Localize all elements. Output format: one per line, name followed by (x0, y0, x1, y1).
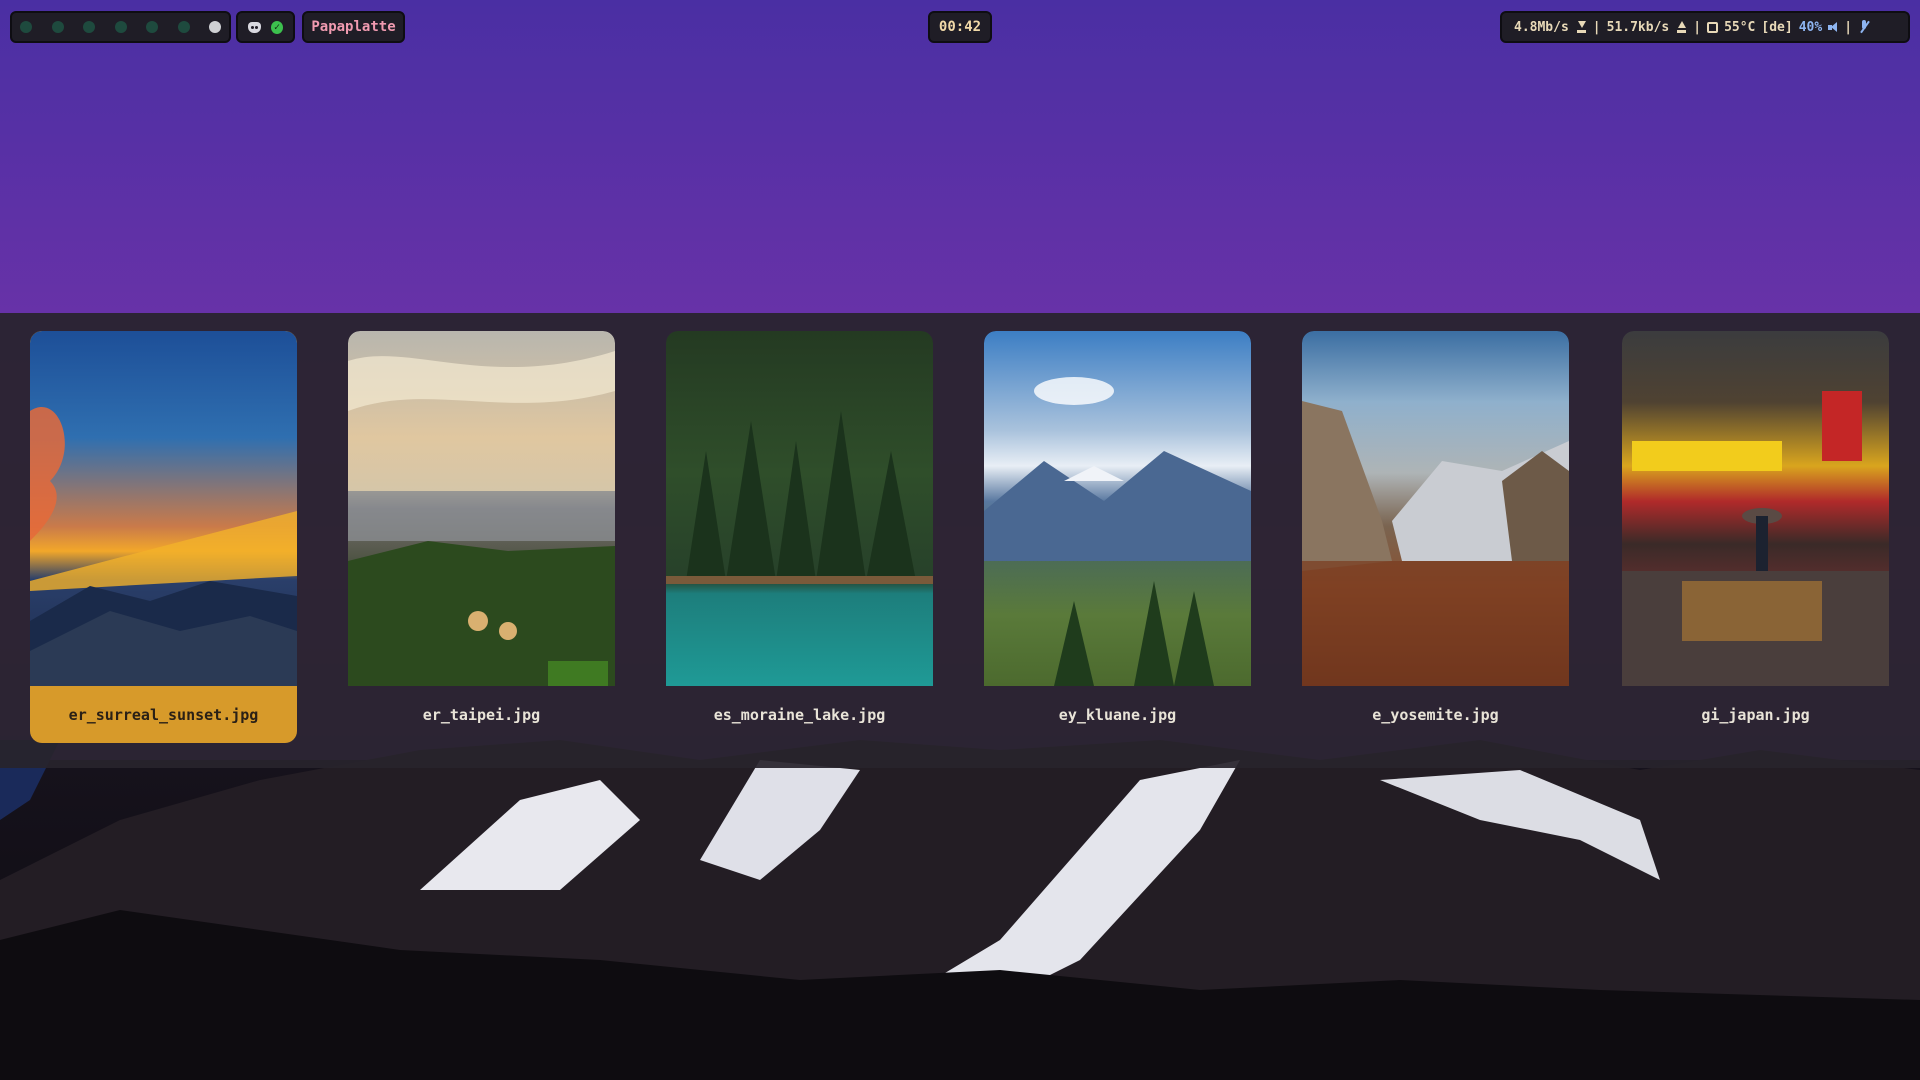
wallpaper-filename: er_taipei.jpg (422, 705, 541, 724)
separator: | (1844, 19, 1853, 35)
clock-text: 00:42 (938, 19, 982, 35)
wallpaper-thumbnail[interactable] (348, 331, 615, 686)
thumbnail-art (30, 407, 297, 686)
thumbnail-art (348, 351, 615, 686)
separator: | (1592, 19, 1601, 35)
wallpaper-thumbnail[interactable] (666, 331, 933, 686)
upload-speed: 51.7kb/s (1606, 19, 1670, 35)
wallpaper-filename: es_moraine_lake.jpg (713, 705, 886, 724)
wallpaper-mountain (0, 740, 1920, 1080)
volume-level[interactable]: 40% (1799, 20, 1822, 35)
workspace-dot[interactable] (114, 21, 127, 33)
wallpaper-card-selected[interactable]: er_surreal_sunset.jpg (30, 331, 297, 743)
wallpaper-filename: e_yosemite.jpg (1372, 705, 1499, 724)
wallpaper-thumbnail[interactable] (30, 331, 297, 686)
wallpaper-card[interactable]: ey_kluane.jpg (984, 331, 1251, 743)
thumbnail-art (666, 411, 933, 584)
wallpaper-thumbnail[interactable] (1622, 331, 1889, 686)
status-modules: 4.8Mb/s | 51.7kb/s | 55°C [de] 40% | (1500, 11, 1910, 43)
wallpaper-filename: ey_kluane.jpg (1058, 705, 1177, 724)
window-title: Papaplatte (302, 11, 405, 43)
cpu-temperature: 55°C (1724, 19, 1756, 35)
discord-icon[interactable] (248, 21, 261, 33)
workspace-indicator (10, 11, 231, 43)
window-title-text: Papaplatte (311, 19, 396, 35)
cpu-icon (1707, 21, 1719, 33)
thumbnail-art (1622, 391, 1889, 686)
wallpaper-card[interactable]: gi_japan.jpg (1622, 331, 1889, 743)
wallpaper-card[interactable]: e_yosemite.jpg (1302, 331, 1569, 743)
wallpaper-thumbnail[interactable] (984, 331, 1251, 686)
wallpaper-filename: gi_japan.jpg (1701, 705, 1810, 724)
mic-off-icon[interactable] (1858, 20, 1870, 34)
download-speed: 4.8Mb/s (1514, 19, 1569, 35)
workspace-dot[interactable] (177, 21, 190, 33)
wallpaper-card[interactable]: es_moraine_lake.jpg (666, 331, 933, 743)
wallpaper-card[interactable]: er_taipei.jpg (348, 331, 615, 743)
upload-icon (1675, 21, 1687, 33)
check-icon[interactable]: ✓ (270, 20, 283, 34)
speaker-icon[interactable] (1828, 22, 1838, 32)
workspace-dot[interactable] (20, 21, 32, 33)
wallpaper-filename: er_surreal_sunset.jpg (68, 705, 259, 724)
workspace-dot[interactable] (146, 21, 158, 33)
wallpaper-thumbnail[interactable] (1302, 331, 1569, 686)
download-icon (1575, 21, 1587, 33)
clock[interactable]: 00:42 (928, 11, 992, 43)
workspace-dot[interactable] (83, 21, 95, 33)
thumbnail-art (1302, 401, 1569, 686)
system-tray: ✓ (236, 11, 295, 43)
thumbnail-art (984, 377, 1251, 686)
wallpaper-picker: er_surreal_sunset.jpg er_taipei.jpg es_m… (0, 313, 1920, 768)
workspace-dot[interactable] (51, 21, 64, 33)
workspace-dot-active[interactable] (209, 21, 221, 33)
separator: | (1693, 19, 1702, 35)
keyboard-layout[interactable]: [de] (1761, 20, 1792, 35)
